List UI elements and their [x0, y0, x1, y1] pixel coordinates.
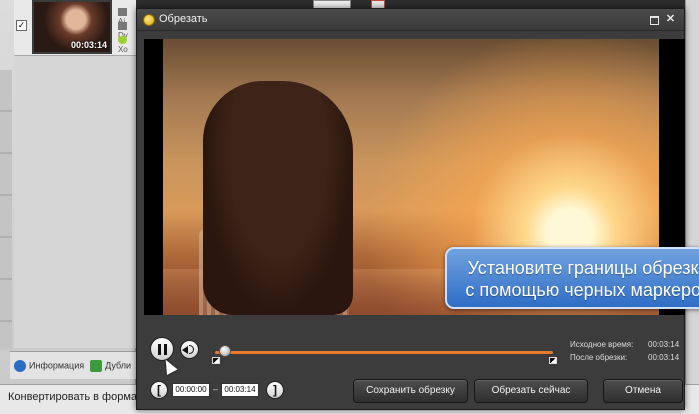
film-icon [118, 22, 127, 30]
background-tab-bar: Информация Дубли [10, 351, 138, 379]
dialog-titlebar[interactable]: Обрезать ✕ [137, 9, 684, 31]
file-item-checkbox[interactable]: ✓ [16, 20, 27, 31]
file-meta-quality: Хо [118, 36, 136, 54]
cancel-button[interactable]: Отмена [603, 379, 683, 403]
original-time-label: Исходное время: [570, 340, 634, 349]
hint-caption-line2: с помощью черных маркеров [465, 280, 699, 300]
end-time-field[interactable]: 00:03:14 [221, 383, 259, 397]
status-dot-icon [118, 36, 127, 44]
tab-information[interactable]: Информация [14, 359, 84, 372]
volume-button[interactable] [180, 340, 199, 359]
background-right-edge [685, 0, 699, 384]
close-button[interactable]: ✕ [664, 13, 677, 26]
file-list-item[interactable]: ✓ 00:03:14 Аі Dv Хо [14, 0, 136, 56]
file-list-empty-area [14, 56, 136, 348]
file-list-gutter [0, 70, 12, 350]
maximize-button[interactable] [647, 13, 660, 26]
info-icon [14, 359, 26, 372]
after-cut-label: После обрезки: [570, 353, 628, 362]
timeline-track[interactable] [215, 351, 553, 354]
set-end-button[interactable]: ] [266, 381, 284, 399]
range-separator: – [213, 384, 219, 394]
video-person [203, 81, 353, 315]
end-marker[interactable] [549, 357, 557, 364]
thumbnail-duration: 00:03:14 [70, 40, 107, 50]
playhead-knob[interactable] [219, 345, 231, 357]
tab-subtitles[interactable]: Дубли [90, 359, 131, 372]
scissors-icon [143, 14, 155, 26]
cut-now-button[interactable]: Обрезать сейчас [474, 379, 588, 403]
format-label: Конвертировать в формат: [8, 391, 145, 403]
speaker-icon [118, 8, 127, 16]
trim-dialog: Обрезать ✕ Установите границы обрезки с … [136, 8, 699, 410]
hint-caption-line1: Установите границы обрезки [467, 258, 699, 278]
subtitle-icon [90, 359, 103, 372]
after-cut-value: 00:03:14 [648, 353, 680, 362]
set-start-button[interactable]: [ [150, 381, 168, 399]
dialog-title: Обрезать [159, 13, 208, 25]
start-time-field[interactable]: 00:00:00 [172, 383, 210, 397]
hint-caption: Установите границы обрезки с помощью чер… [445, 247, 699, 309]
save-trim-button[interactable]: Сохранить обрезку [353, 379, 468, 403]
player-controls: Исходное время: 00:03:14 После обрезки: … [137, 321, 684, 409]
original-time-value: 00:03:14 [648, 340, 680, 349]
start-marker[interactable] [212, 357, 220, 364]
